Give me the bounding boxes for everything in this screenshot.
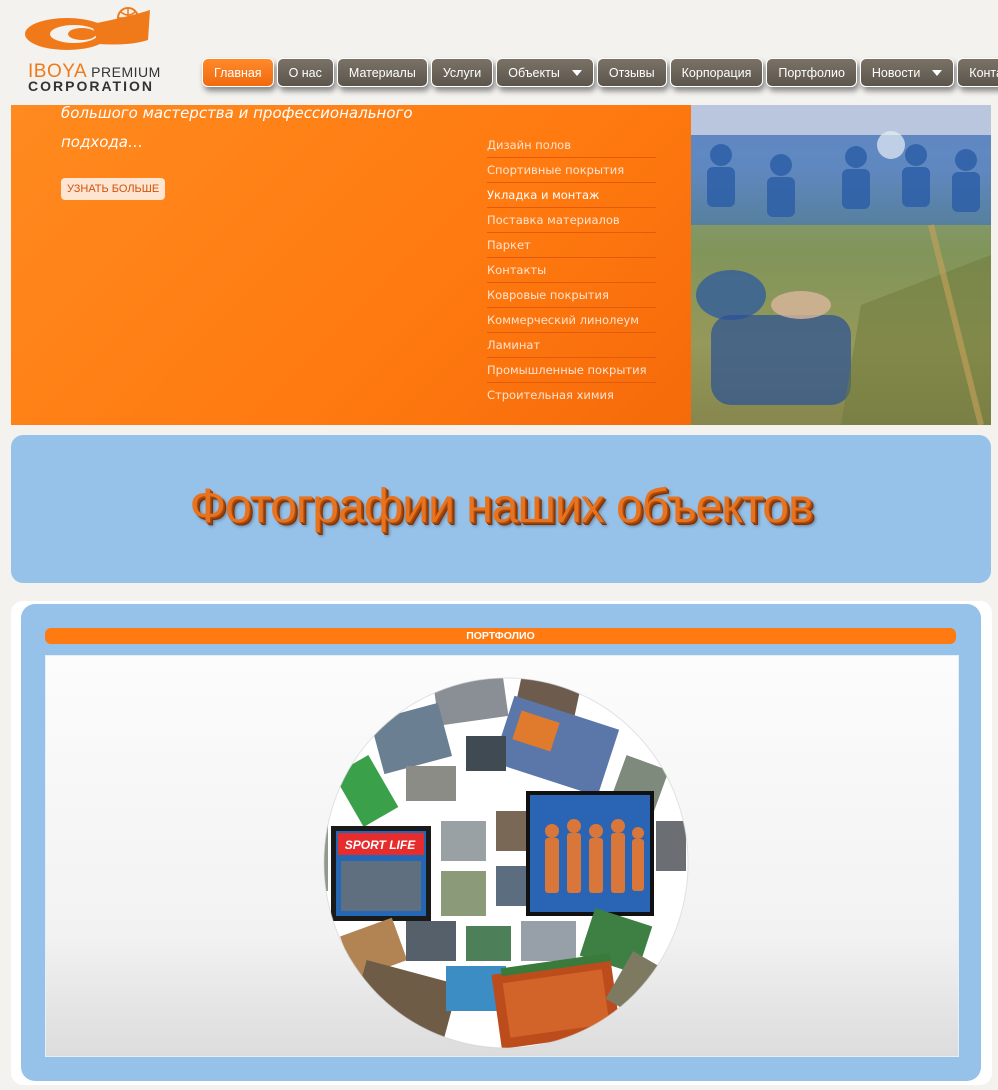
- nav-item-home[interactable]: Главная: [202, 58, 274, 87]
- portfolio-gallery: SPORT LIFE: [45, 655, 959, 1057]
- portfolio-section: ПОРТФОЛИО SPORT LIFE: [11, 601, 992, 1085]
- dropdown-arrow-icon: [571, 69, 582, 76]
- sport-life-sign: SPORT LIFE: [345, 838, 416, 852]
- learn-more-button[interactable]: УЗНАТЬ БОЛЬШЕ: [61, 178, 166, 200]
- hero-slogan: большого мастерства и профессионального …: [61, 104, 413, 151]
- hero-photo-workers: [691, 105, 991, 425]
- hero-menu-item[interactable]: Контакты: [487, 258, 656, 283]
- objects-photos-banner: Фотографии наших объектов: [11, 435, 991, 583]
- dropdown-arrow-icon: [932, 69, 943, 76]
- hero-category-menu: Дизайн полов Спортивные покрытия Укладка…: [487, 133, 656, 407]
- hero-menu-item[interactable]: Спортивные покрытия: [487, 158, 656, 183]
- main-nav: Главная О нас Материалы Услуги Объекты О…: [202, 58, 998, 87]
- nav-item-news[interactable]: Новости: [859, 58, 955, 87]
- nav-item-objects[interactable]: Объекты: [496, 58, 594, 87]
- nav-item-materials[interactable]: Материалы: [336, 58, 428, 87]
- portfolio-header: ПОРТФОЛИО: [45, 628, 956, 644]
- hero-menu-item[interactable]: Поставка материалов: [487, 208, 656, 233]
- logo-corporation: CORPORATION: [28, 78, 154, 94]
- logo-swoosh-icon: [25, 7, 150, 50]
- banner-title: Фотографии наших объектов: [189, 480, 814, 533]
- nav-item-corporation[interactable]: Корпорация: [669, 58, 764, 87]
- nav-item-reviews[interactable]: Отзывы: [596, 58, 667, 87]
- portfolio-photo-sphere[interactable]: SPORT LIFE: [316, 671, 696, 1056]
- portfolio-panel: ПОРТФОЛИО SPORT LIFE: [21, 604, 981, 1081]
- nav-item-services[interactable]: Услуги: [430, 58, 494, 87]
- hero-menu-item[interactable]: Промышленные покрытия: [487, 358, 656, 383]
- hero-photo-image: [691, 105, 991, 425]
- hero-menu-item[interactable]: Строительная химия: [487, 383, 656, 407]
- hero-menu-item[interactable]: Ковровые покрытия: [487, 283, 656, 308]
- hero-menu-item[interactable]: Ламинат: [487, 333, 656, 358]
- hero-menu-item[interactable]: Коммерческий линолеум: [487, 308, 656, 333]
- hero-menu-item[interactable]: Дизайн полов: [487, 133, 656, 158]
- hero-slider: большого мастерства и профессионального …: [11, 104, 691, 425]
- hero-menu-item-current[interactable]: Укладка и монтаж: [487, 183, 656, 208]
- hero-menu-item[interactable]: Паркет: [487, 233, 656, 258]
- site-logo[interactable]: IBOYA PREMIUM CORPORATION: [22, 6, 172, 96]
- nav-item-about[interactable]: О нас: [276, 58, 334, 87]
- nav-item-portfolio[interactable]: Портфолио: [766, 58, 857, 87]
- nav-item-contacts[interactable]: Контакты: [957, 58, 998, 87]
